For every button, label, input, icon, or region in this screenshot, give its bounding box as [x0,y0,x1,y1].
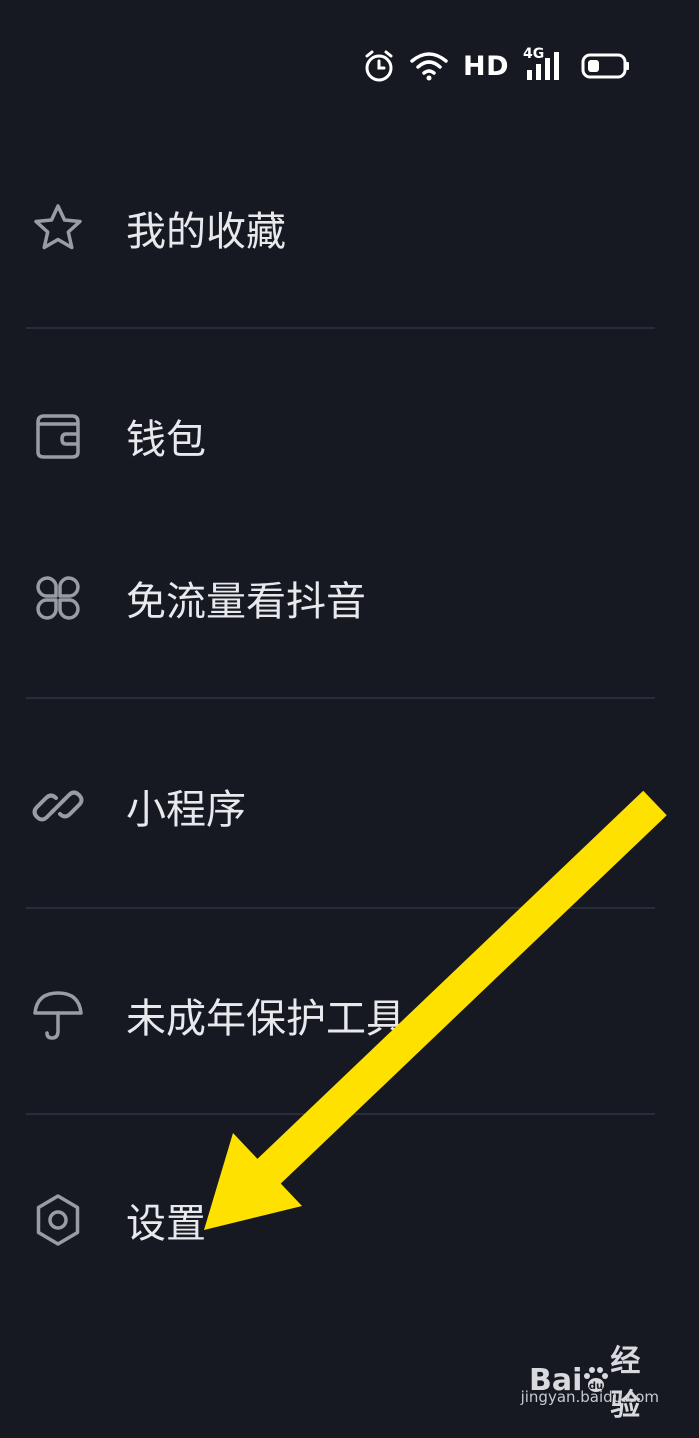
hd-indicator: HD [462,50,509,82]
watermark: Bai du 经验 jingyan.baidu.com [521,1336,659,1423]
menu-label-minor-protection: 未成年保护工具 [126,996,406,1042]
wifi-icon [409,50,449,82]
menu-label-settings: 设置 [126,1201,206,1247]
menu-item-free-data[interactable]: 免流量看抖音 [0,548,699,648]
menu-label-favorites: 我的收藏 [126,209,286,255]
watermark-logo-suffix: 经验 [610,1344,641,1423]
menu-item-mini-programs[interactable]: 小程序 [0,756,699,856]
signal-icon: 4G [523,46,567,82]
star-icon [30,200,86,256]
baidu-logo: Bai du 经验 [529,1336,659,1424]
divider [26,697,655,699]
menu-item-favorites[interactable]: 我的收藏 [0,178,699,278]
menu-label-mini-programs: 小程序 [126,787,246,833]
link-icon [30,778,86,834]
status-bar: HD 4G [363,44,631,88]
menu-label-wallet: 钱包 [126,417,206,463]
menu-label-free-data: 免流量看抖音 [126,579,366,625]
divider [26,907,655,909]
alarm-icon [363,49,395,83]
network-type-label: 4G [523,46,545,62]
menu-item-minor-protection[interactable]: 未成年保护工具 [0,965,699,1065]
watermark-url: jingyan.baidu.com [520,1388,659,1406]
divider [26,1113,655,1115]
divider [26,327,655,329]
wallet-icon [30,408,86,464]
clover-icon [30,570,86,626]
menu-item-wallet[interactable]: 钱包 [0,386,699,486]
battery-icon [581,52,631,80]
gear-icon [30,1192,86,1248]
menu-item-settings[interactable]: 设置 [0,1170,699,1270]
umbrella-icon [30,987,86,1043]
